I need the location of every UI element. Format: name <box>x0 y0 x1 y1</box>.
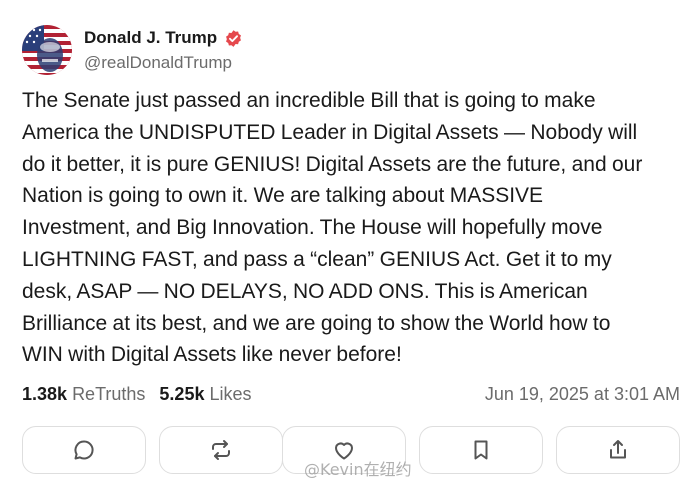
likes-count: 5.25k <box>159 384 205 404</box>
avatar[interactable] <box>22 25 72 75</box>
retruths-label: ReTruths <box>72 384 146 404</box>
author-name-row: Donald J. Trump <box>84 28 243 48</box>
bookmark-button[interactable] <box>419 426 543 474</box>
share-button[interactable] <box>556 426 680 474</box>
post-line: desk, ASAP — NO DELAYS, NO ADD ONS. This… <box>22 279 588 303</box>
watermark: @Kevin在纽约 <box>304 460 412 479</box>
post-body: The Senate just passed an incredible Bil… <box>22 85 682 371</box>
display-name[interactable]: Donald J. Trump <box>84 28 217 48</box>
bookmark-icon <box>474 440 488 460</box>
verified-badge-icon <box>224 29 243 48</box>
retruths-count: 1.38k <box>22 384 68 404</box>
post-timestamp[interactable]: Jun 19, 2025 at 3:01 AM <box>485 384 680 405</box>
user-handle[interactable]: @realDonaldTrump <box>84 53 232 73</box>
retruths-stat[interactable]: 1.38k ReTruths <box>22 384 145 405</box>
post-line: The Senate just passed an incredible Bil… <box>22 89 596 112</box>
reply-button[interactable] <box>22 426 146 474</box>
truth-post: Donald J. Trump @realDonaldTrump The Sen… <box>0 0 690 483</box>
post-line: WIN with Digital Assets like never befor… <box>22 343 402 367</box>
repost-icon <box>212 440 230 460</box>
retruth-button[interactable] <box>159 426 283 474</box>
post-line: America the UNDISPUTED Leader in Digital… <box>22 120 638 144</box>
post-line: do it better, it is pure GENIUS! Digital… <box>22 152 643 176</box>
post-line: Investment, and Big Innovation. The Hous… <box>22 216 603 240</box>
post-line: LIGHTNING FAST, and pass a “clean” GENIU… <box>22 247 612 271</box>
comment-icon <box>74 440 94 460</box>
likes-label: Likes <box>209 384 252 404</box>
share-icon <box>610 440 626 459</box>
post-stats: 1.38k ReTruths 5.25k Likes <box>22 384 252 405</box>
post-line: Brilliance at its best, and we are going… <box>22 311 611 335</box>
post-line: Nation is going to own it. We are talkin… <box>22 184 544 208</box>
likes-stat[interactable]: 5.25k Likes <box>159 384 251 405</box>
